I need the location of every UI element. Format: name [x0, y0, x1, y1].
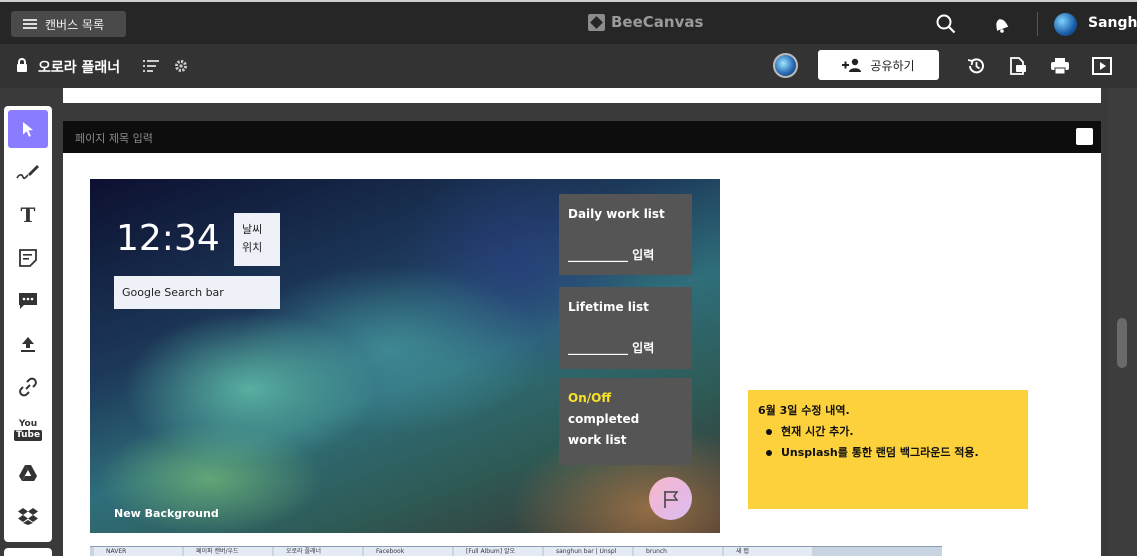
browser-tab: sanghun bar | Unspl	[544, 547, 632, 556]
browser-screenshot-image[interactable]: NAVER 페이퍼 캔버/우드 오로라 플래너 Facebook [Full A…	[90, 546, 942, 556]
flag-icon	[663, 490, 678, 508]
username[interactable]: Sanghu	[1088, 15, 1137, 31]
onoff-highlight: On/Off	[568, 391, 612, 405]
list-item: Unsplash를 통한 랜덤 백그라운드 적용.	[764, 442, 1018, 463]
text-icon: T	[20, 203, 36, 227]
page-checkbox[interactable]	[1076, 128, 1093, 145]
card-title: Lifetime list	[568, 300, 649, 314]
gear-icon[interactable]	[174, 59, 188, 73]
outline-list-icon[interactable]	[143, 59, 159, 73]
dropbox-icon	[18, 508, 38, 525]
google-drive-tool[interactable]	[8, 454, 48, 492]
list-item: 현재 시간 추가.	[764, 421, 1018, 442]
canvas-list-button[interactable]: 캔버스 목록	[11, 11, 126, 37]
add-person-icon	[842, 58, 862, 72]
browser-tab: [Full Album] 알오	[454, 547, 542, 556]
scrollbar-thumb[interactable]	[1117, 318, 1127, 368]
pen-tool[interactable]	[8, 153, 48, 191]
google-drive-icon	[19, 465, 37, 481]
browser-tab: 오로라 플래너	[274, 547, 362, 556]
pen-icon	[16, 165, 39, 180]
browser-tab: NAVER	[94, 547, 182, 556]
completed-work-list-card[interactable]: On/Off completed work list	[559, 378, 692, 465]
beecanvas-logo-icon	[588, 13, 605, 31]
canvas-list-label: 캔버스 목록	[45, 17, 105, 32]
youtube-tool[interactable]: You Tube	[8, 411, 48, 449]
notification-bell-icon[interactable]	[991, 14, 1011, 34]
link-icon	[19, 377, 37, 397]
lock-icon	[17, 58, 27, 72]
page-header: 페이지 제목 입력	[63, 121, 1101, 153]
sticky-heading: 6월 3일 수정 내역.	[758, 404, 850, 417]
dropbox-tool[interactable]	[8, 497, 48, 535]
collaborator-avatar[interactable]	[773, 53, 798, 78]
weather-widget: 날씨 위치	[234, 213, 280, 266]
sticky-note[interactable]: 6월 3일 수정 내역. 현재 시간 추가. Unsplash를 통한 랜덤 백…	[748, 390, 1028, 509]
note-tool[interactable]	[8, 239, 48, 277]
card-title: Daily work list	[568, 207, 665, 221]
card-title-line2: work list	[568, 433, 627, 447]
canvas-title[interactable]: 오로라 플래너	[38, 57, 120, 77]
sticky-list: 현재 시간 추가. Unsplash를 통한 랜덤 백그라운드 적용.	[758, 421, 1018, 463]
menu-icon	[23, 19, 37, 29]
share-label: 공유하기	[870, 58, 915, 73]
browser-tab: 새 탭	[724, 547, 812, 556]
text-tool[interactable]: T	[8, 196, 48, 234]
card-input-line: __________ 입력	[568, 341, 655, 355]
cursor-icon	[23, 122, 33, 137]
history-icon[interactable]	[966, 56, 986, 76]
upload-icon	[21, 337, 35, 352]
browser-tab: 페이퍼 캔버/우드	[184, 547, 272, 556]
browser-tab: Facebook	[364, 547, 452, 556]
page-title-input[interactable]: 페이지 제목 입력	[75, 130, 153, 146]
browser-tab: brunch	[634, 547, 722, 556]
search-icon[interactable]	[936, 14, 956, 34]
new-background-link[interactable]: New Background	[114, 507, 219, 520]
daily-work-list-card[interactable]: Daily work list __________ 입력	[559, 194, 692, 275]
google-search-bar[interactable]: Google Search bar	[114, 276, 280, 309]
previous-page-bottom	[63, 88, 1101, 103]
card-title: On/Off completed	[568, 388, 683, 430]
canvas-toolbar: 오로라 플래너 공유하기	[0, 44, 1137, 88]
comment-tool[interactable]	[8, 282, 48, 320]
upload-tool[interactable]	[8, 325, 48, 363]
tool-palette-secondary	[4, 548, 52, 556]
print-icon[interactable]	[1050, 56, 1070, 76]
divider	[1037, 12, 1038, 36]
presentation-play-icon[interactable]	[1092, 56, 1112, 76]
brand-name: BeeCanvas	[611, 13, 704, 31]
location-label: 위치	[242, 241, 263, 254]
share-button[interactable]: 공유하기	[818, 50, 939, 80]
card-title-rest: completed	[568, 412, 640, 426]
youtube-icon: You Tube	[13, 418, 43, 441]
select-tool[interactable]	[8, 110, 48, 148]
user-avatar[interactable]	[1054, 13, 1077, 36]
export-pdf-icon[interactable]	[1008, 56, 1028, 76]
link-tool[interactable]	[8, 368, 48, 406]
comment-icon	[19, 293, 37, 309]
sticky-note-icon	[19, 249, 37, 267]
flag-button[interactable]	[649, 477, 692, 520]
lifetime-list-card[interactable]: Lifetime list __________ 입력	[559, 287, 692, 369]
brand-logo: BeeCanvas	[588, 13, 703, 31]
clock-display: 12:34	[116, 218, 220, 259]
tool-palette: T You Tube	[4, 106, 52, 542]
card-input-line: __________ 입력	[568, 248, 655, 262]
top-bar: 캔버스 목록 BeeCanvas Sanghu	[0, 0, 1137, 44]
weather-label: 날씨	[242, 223, 263, 236]
